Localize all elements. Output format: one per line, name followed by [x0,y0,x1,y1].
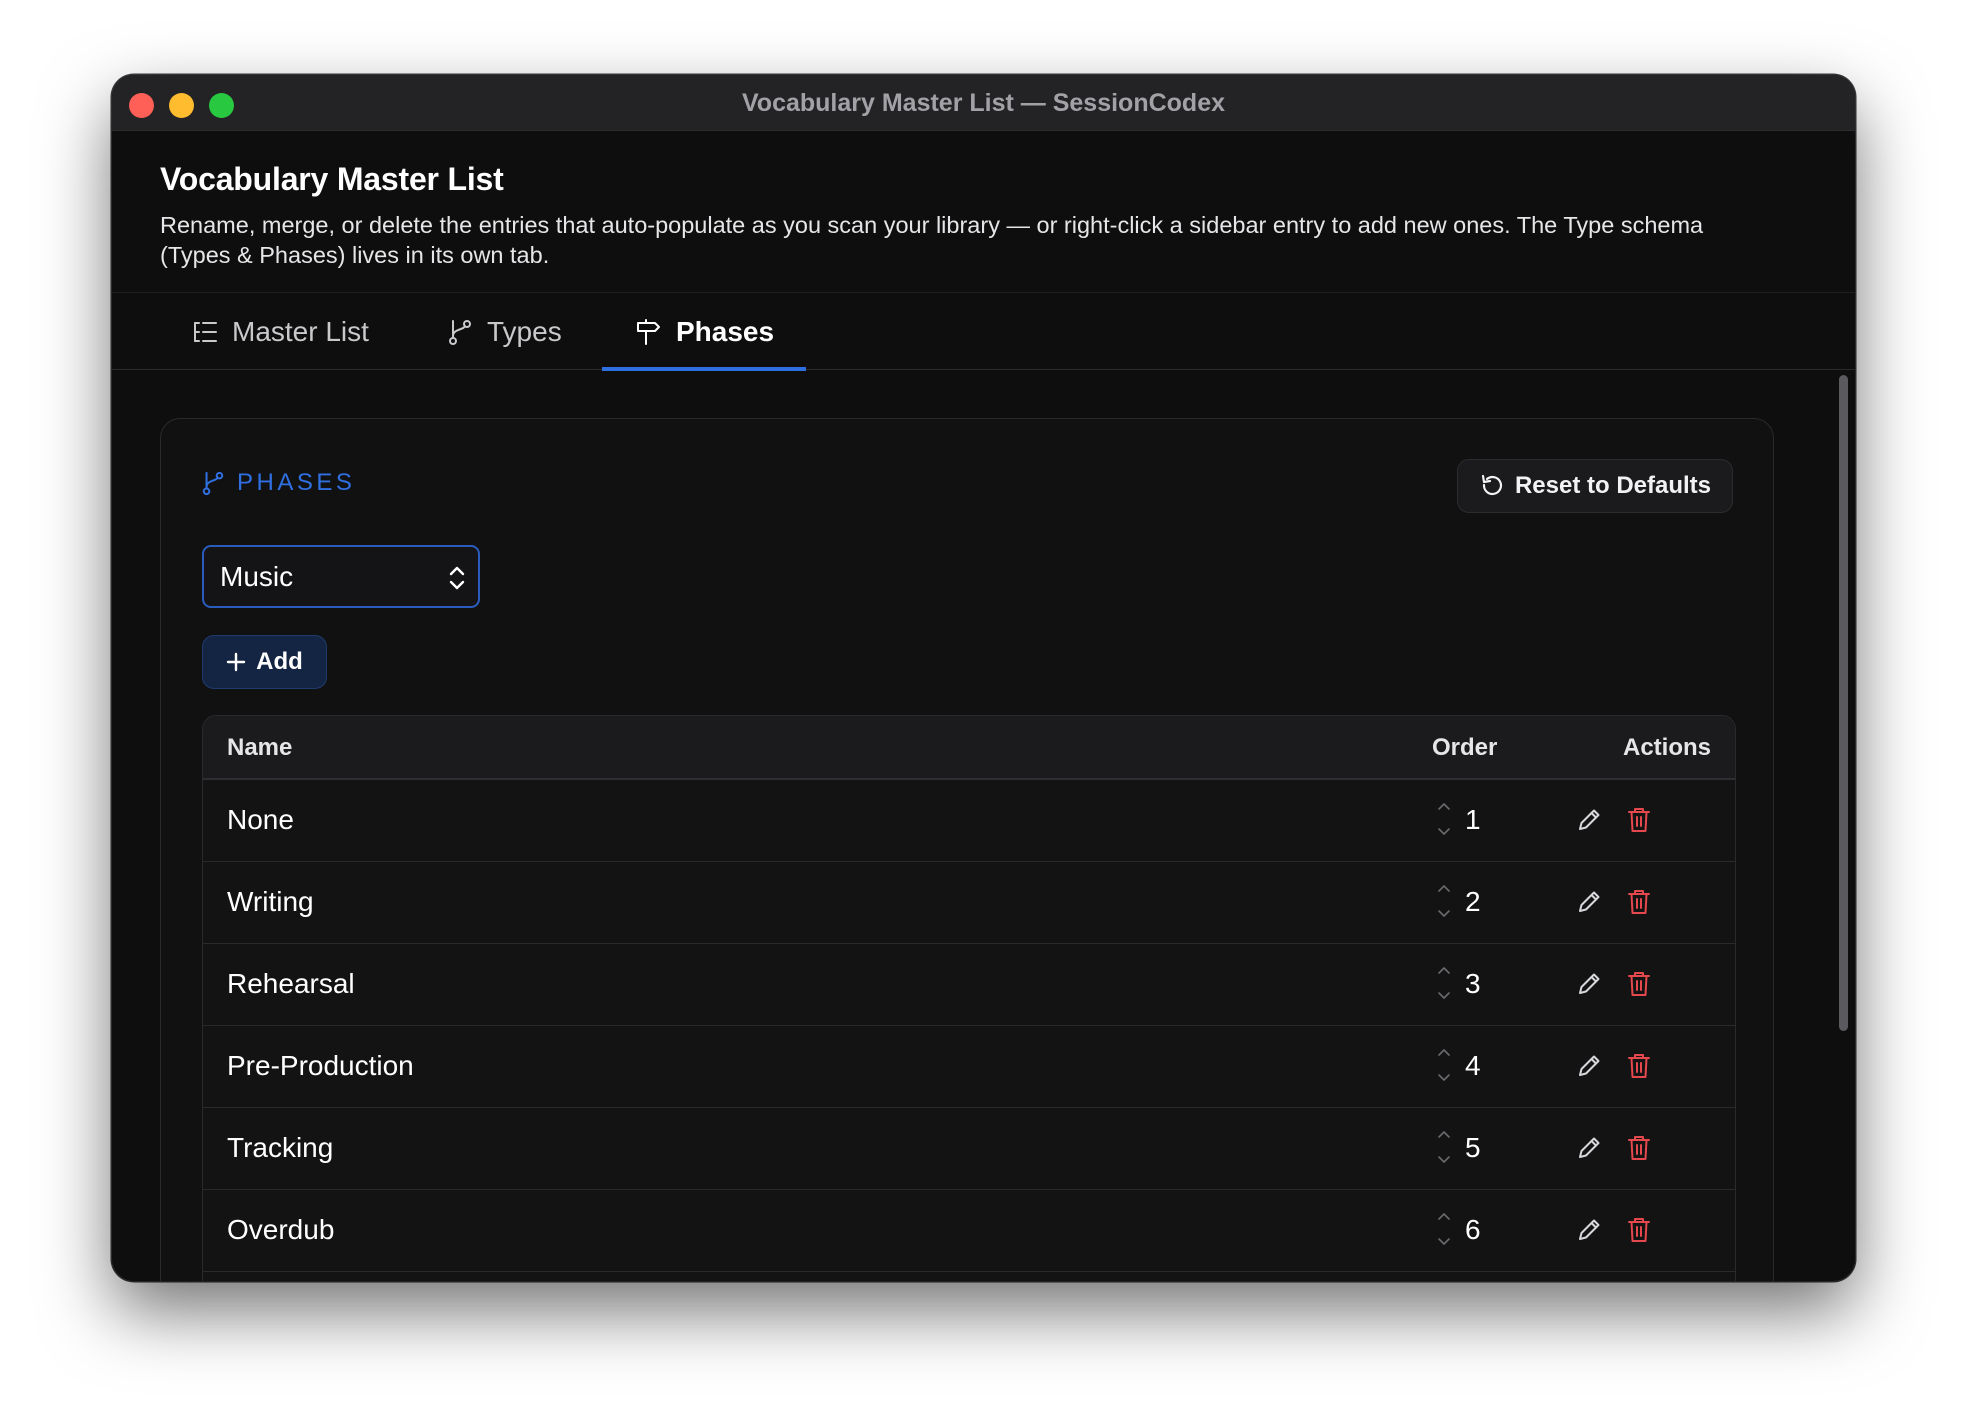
tab-types-label: Types [487,316,562,347]
trash-icon[interactable] [1627,806,1651,834]
active-tab-indicator [602,367,806,371]
branch-icon [202,471,224,496]
add-phase-button[interactable]: Add [202,635,327,689]
vertical-scrollbar[interactable] [1835,375,1851,1281]
table-row[interactable]: Overdub 6 [203,1190,1735,1272]
pencil-icon[interactable] [1575,1216,1603,1244]
page-title: Vocabulary Master List [160,161,504,197]
trash-icon[interactable] [1627,1216,1651,1244]
chevron-up-down-icon [449,566,465,590]
section-label: PHASES [237,469,356,496]
pencil-icon[interactable] [1575,806,1603,834]
page-header: Vocabulary Master List Rename, merge, or… [160,161,1755,270]
order-stepper-icon[interactable] [1437,965,1451,1001]
phase-order: 5 [1465,1132,1481,1163]
reset-icon [1481,474,1503,496]
phase-name: Rehearsal [227,968,355,999]
order-stepper-icon[interactable] [1437,1211,1451,1247]
type-select[interactable]: Music [202,545,480,608]
page-description: Rename, merge, or delete the entries tha… [160,212,1704,268]
phase-order: 4 [1465,1050,1481,1081]
reset-to-defaults-button[interactable]: Reset to Defaults [1457,459,1733,513]
pencil-icon[interactable] [1575,970,1603,998]
app-window: Vocabulary Master List — SessionCodex Vo… [112,75,1855,1281]
trash-icon[interactable] [1627,888,1651,916]
column-header-actions: Actions [1622,734,1711,761]
tab-bar: Master List Types Phases [112,292,1855,371]
phase-order: 6 [1465,1214,1481,1245]
column-header-name[interactable]: Name [227,734,292,762]
pencil-icon[interactable] [1575,888,1603,916]
phase-order: 2 [1465,886,1481,917]
phases-table: Name Order Actions None 1 Writing 2 Rehe… [202,715,1736,1281]
pencil-icon[interactable] [1575,1052,1603,1080]
pencil-icon[interactable] [1575,1134,1603,1162]
tab-types[interactable]: Types [447,293,562,371]
title-bar: Vocabulary Master List — SessionCodex [112,75,1855,131]
phase-order: 1 [1465,804,1481,835]
trash-icon[interactable] [1627,970,1651,998]
table-row[interactable]: Writing 2 [203,862,1735,944]
table-header: Name Order Actions [203,716,1735,780]
order-stepper-icon[interactable] [1437,801,1451,837]
table-row[interactable]: Tracking 5 [203,1108,1735,1190]
tab-phases-label: Phases [676,316,775,347]
phase-name: Writing [227,886,314,917]
section-header: PHASES [201,469,355,497]
plus-icon [226,652,246,672]
list-tree-icon [194,322,217,342]
reset-label: Reset to Defaults [1514,472,1712,499]
phase-name: Pre-Production [227,1050,414,1081]
order-stepper-icon[interactable] [1437,1047,1451,1083]
type-select-value: Music [220,560,294,592]
trash-icon[interactable] [1627,1052,1651,1080]
table-row[interactable]: Rehearsal 3 [203,944,1735,1026]
scrollbar-thumb[interactable] [1839,375,1848,1031]
phases-panel: PHASES Reset to Defaults Music Add Name … [160,418,1774,1281]
window-title: Vocabulary Master List — SessionCodex [741,89,1226,117]
phase-name: Overdub [227,1214,335,1245]
phase-name: Tracking [227,1132,334,1163]
add-label: Add [256,648,303,675]
signpost-icon [637,319,660,345]
order-stepper-icon[interactable] [1437,1129,1451,1165]
table-row[interactable]: Pre-Production 4 [203,1026,1735,1108]
tab-phases[interactable]: Phases [634,293,774,371]
order-stepper-icon[interactable] [1437,883,1451,919]
table-body: None 1 Writing 2 Rehearsal 3 Pre-Product… [203,780,1735,1272]
branch-icon [449,320,471,345]
table-row[interactable]: None 1 [203,780,1735,862]
phase-name: None [227,804,294,835]
phase-order: 3 [1465,968,1481,999]
column-header-order[interactable]: Order [1432,734,1497,762]
tab-master-list[interactable]: Master List [192,293,369,371]
trash-icon[interactable] [1627,1134,1651,1162]
tab-master-list-label: Master List [232,316,369,347]
